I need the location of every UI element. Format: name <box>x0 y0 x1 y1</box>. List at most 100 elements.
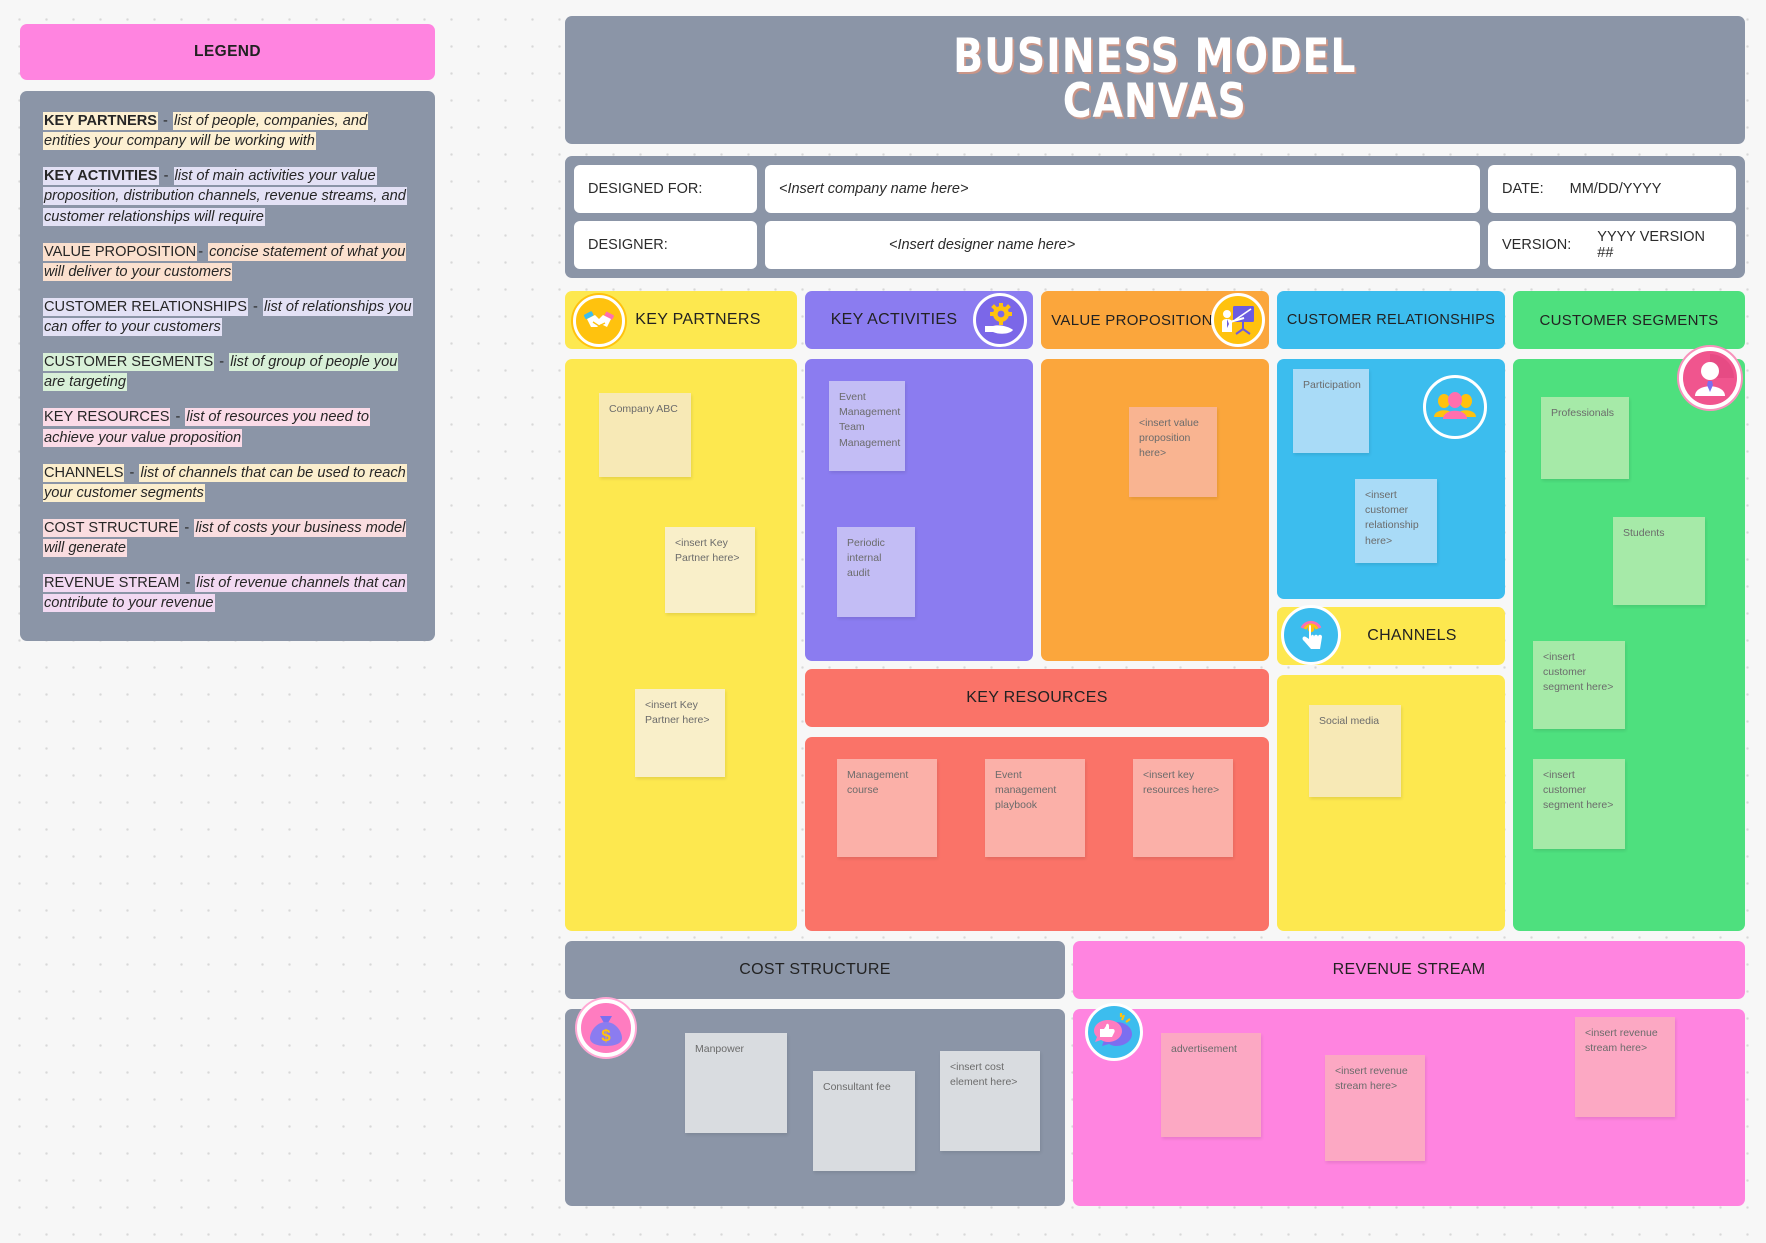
sticky-note[interactable]: <insert customer segment here> <box>1533 759 1625 849</box>
block-body-channels: Social media <box>1277 675 1505 931</box>
block-body-key-activities: Event Management Team Management Periodi… <box>805 359 1033 661</box>
date-value: MM/DD/YYYY <box>1569 181 1662 197</box>
block-header-customer-segments[interactable]: CUSTOMER SEGMENTS <box>1513 291 1745 349</box>
sticky-note[interactable]: <insert revenue stream here> <box>1575 1017 1675 1117</box>
canvas-meta-block: DESIGNED FOR: <Insert company name here>… <box>565 156 1745 278</box>
legend-title-bar: LEGEND <box>20 24 435 80</box>
version-field[interactable]: VERSION: YYYY VERSION ## <box>1488 221 1736 269</box>
sticky-note[interactable]: <insert Key Partner here> <box>665 527 755 613</box>
thumbs-up-chat-icon <box>1085 1003 1143 1061</box>
legend-entry: REVENUE STREAM - list of revenue channel… <box>43 573 412 613</box>
sticky-note[interactable]: <insert key resources here> <box>1133 759 1233 857</box>
designed-for-label: DESIGNED FOR: <box>588 181 703 197</box>
legend-entry-term: CUSTOMER RELATIONSHIPS <box>43 297 248 316</box>
sticky-note[interactable]: Management course <box>837 759 937 857</box>
block-header-value-proposition[interactable]: VALUE PROPOSITION <box>1041 291 1269 349</box>
sticky-note[interactable]: Event Management Team Management <box>829 381 905 471</box>
legend-entry-separator: - <box>171 409 185 426</box>
legend-entry: COST STRUCTURE - list of costs your busi… <box>43 518 412 558</box>
sticky-note[interactable]: Company ABC <box>599 393 691 477</box>
block-title-key-partners: KEY PARTNERS <box>635 311 761 328</box>
block-header-cost-structure[interactable]: COST STRUCTURE <box>565 941 1065 999</box>
block-header-key-partners[interactable]: KEY PARTNERS <box>565 291 797 349</box>
sticky-note[interactable]: Event management playbook <box>985 759 1085 857</box>
legend-title: LEGEND <box>194 43 261 60</box>
legend-entry: KEY PARTNERS - list of people, companies… <box>43 111 412 151</box>
block-header-revenue-stream[interactable]: REVENUE STREAM <box>1073 941 1745 999</box>
sticky-note[interactable]: Consultant fee <box>813 1071 915 1171</box>
sticky-note[interactable]: advertisement <box>1161 1033 1261 1137</box>
date-field[interactable]: DATE: MM/DD/YYYY <box>1488 165 1736 213</box>
person-avatar-icon <box>1679 347 1741 409</box>
legend-entry-term: CHANNELS <box>43 463 125 482</box>
canvas-title-banner: BUSINESS MODEL CANVAS <box>565 16 1745 144</box>
block-body-customer-segments: Professionals Students <insert customer … <box>1513 347 1745 931</box>
sticky-note[interactable]: Students <box>1613 517 1705 605</box>
legend-entry-term: REVENUE STREAM <box>43 574 181 593</box>
block-header-key-resources[interactable]: KEY RESOURCES <box>805 669 1269 727</box>
sticky-note[interactable]: <insert Key Partner here> <box>635 689 725 777</box>
legend-entry-list: KEY PARTNERS - list of people, companies… <box>20 91 435 641</box>
legend-entry-term: KEY ACTIVITIES <box>43 167 159 186</box>
money-bag-icon: $ <box>577 999 635 1057</box>
sticky-note[interactable]: <insert value proposition here> <box>1129 407 1217 497</box>
block-body-key-partners: Company ABC <insert Key Partner here> <i… <box>565 359 797 931</box>
presentation-board-icon <box>1211 293 1265 347</box>
legend-entry-separator: - <box>125 464 139 481</box>
version-label: VERSION: <box>1502 237 1572 253</box>
block-header-customer-relationships[interactable]: CUSTOMER RELATIONSHIPS <box>1277 291 1505 349</box>
legend-entry: KEY RESOURCES - list of resources you ne… <box>43 407 412 447</box>
designer-label: DESIGNER: <box>588 237 668 253</box>
version-value: YYYY VERSION ## <box>1597 229 1706 261</box>
block-title-key-activities: KEY ACTIVITIES <box>830 311 958 328</box>
sticky-note[interactable]: <insert revenue stream here> <box>1325 1055 1425 1161</box>
handshake-icon <box>573 295 625 347</box>
block-title-customer-segments: CUSTOMER SEGMENTS <box>1539 311 1719 329</box>
block-header-channels[interactable]: CHANNELS <box>1277 605 1505 665</box>
title-line-2: CANVAS <box>1062 74 1247 129</box>
meta-row-designer: DESIGNER: <Insert designer name here> VE… <box>574 221 1736 269</box>
legend-entry-separator: - <box>249 298 262 315</box>
page-title: BUSINESS MODEL CANVAS <box>953 33 1356 125</box>
block-body-revenue-stream: advertisement <insert revenue stream her… <box>1073 1003 1745 1206</box>
legend-entry-separator: - <box>180 519 194 536</box>
date-label: DATE: <box>1502 181 1544 197</box>
legend-entry-term: COST STRUCTURE <box>43 518 180 537</box>
block-title-revenue-stream: REVENUE STREAM <box>1332 961 1486 978</box>
designer-name-placeholder: <Insert designer name here> <box>889 237 1076 253</box>
legend-entry-separator: - <box>181 575 195 592</box>
legend-entry: KEY ACTIVITIES - list of main activities… <box>43 166 412 226</box>
sticky-note[interactable]: <insert customer relationship here> <box>1355 479 1437 563</box>
sticky-note[interactable]: Social media <box>1309 705 1401 797</box>
block-body-key-resources: Management course Event management playb… <box>805 737 1269 931</box>
company-name-placeholder: <Insert company name here> <box>779 181 969 197</box>
legend-entry: CHANNELS - list of channels that can be … <box>43 463 412 503</box>
sticky-note[interactable]: Professionals <box>1541 397 1629 479</box>
block-body-cost-structure: $ Manpower Consultant fee <insert cost e… <box>565 999 1065 1206</box>
business-model-canvas: BUSINESS MODEL CANVAS DESIGNED FOR: <Ins… <box>565 16 1745 1231</box>
block-body-customer-relationships: Participation <insert customer relations… <box>1277 359 1505 599</box>
company-name-field[interactable]: <Insert company name here> <box>765 165 1480 213</box>
legend-entry: VALUE PROPOSITION - concise statement of … <box>43 242 412 282</box>
svg-text:$: $ <box>601 1026 611 1045</box>
block-header-key-activities[interactable]: KEY ACTIVITIES <box>805 291 1033 349</box>
meta-row-designed-for: DESIGNED FOR: <Insert company name here>… <box>574 165 1736 213</box>
sticky-note[interactable]: <insert cost element here> <box>940 1051 1040 1151</box>
block-title-value-proposition: VALUE PROPOSITION <box>1051 311 1213 329</box>
canvas-grid: KEY PARTNERS Company ABC <insert Key Par… <box>565 291 1745 1206</box>
legend-entry: CUSTOMER RELATIONSHIPS - list of relatio… <box>43 297 413 337</box>
legend-entry-separator: - <box>159 168 173 185</box>
legend-entry-term: KEY RESOURCES <box>43 408 171 427</box>
block-title-customer-relationships: CUSTOMER RELATIONSHIPS <box>1286 312 1496 328</box>
legend-entry-term: CUSTOMER SEGMENTS <box>43 353 215 372</box>
sticky-note[interactable]: Participation <box>1293 369 1369 453</box>
legend-entry-separator: - <box>215 354 229 371</box>
sticky-note[interactable]: Periodic internal audit <box>837 527 915 617</box>
block-title-key-resources: KEY RESOURCES <box>966 689 1108 706</box>
legend-entry-term: KEY PARTNERS <box>43 112 158 130</box>
sticky-note[interactable]: <insert customer segment here> <box>1533 641 1625 729</box>
legend-entry-separator: - <box>198 243 208 260</box>
legend-entry-separator: - <box>159 113 172 129</box>
sticky-note[interactable]: Manpower <box>685 1033 787 1133</box>
designer-name-field[interactable]: <Insert designer name here> <box>765 221 1480 269</box>
